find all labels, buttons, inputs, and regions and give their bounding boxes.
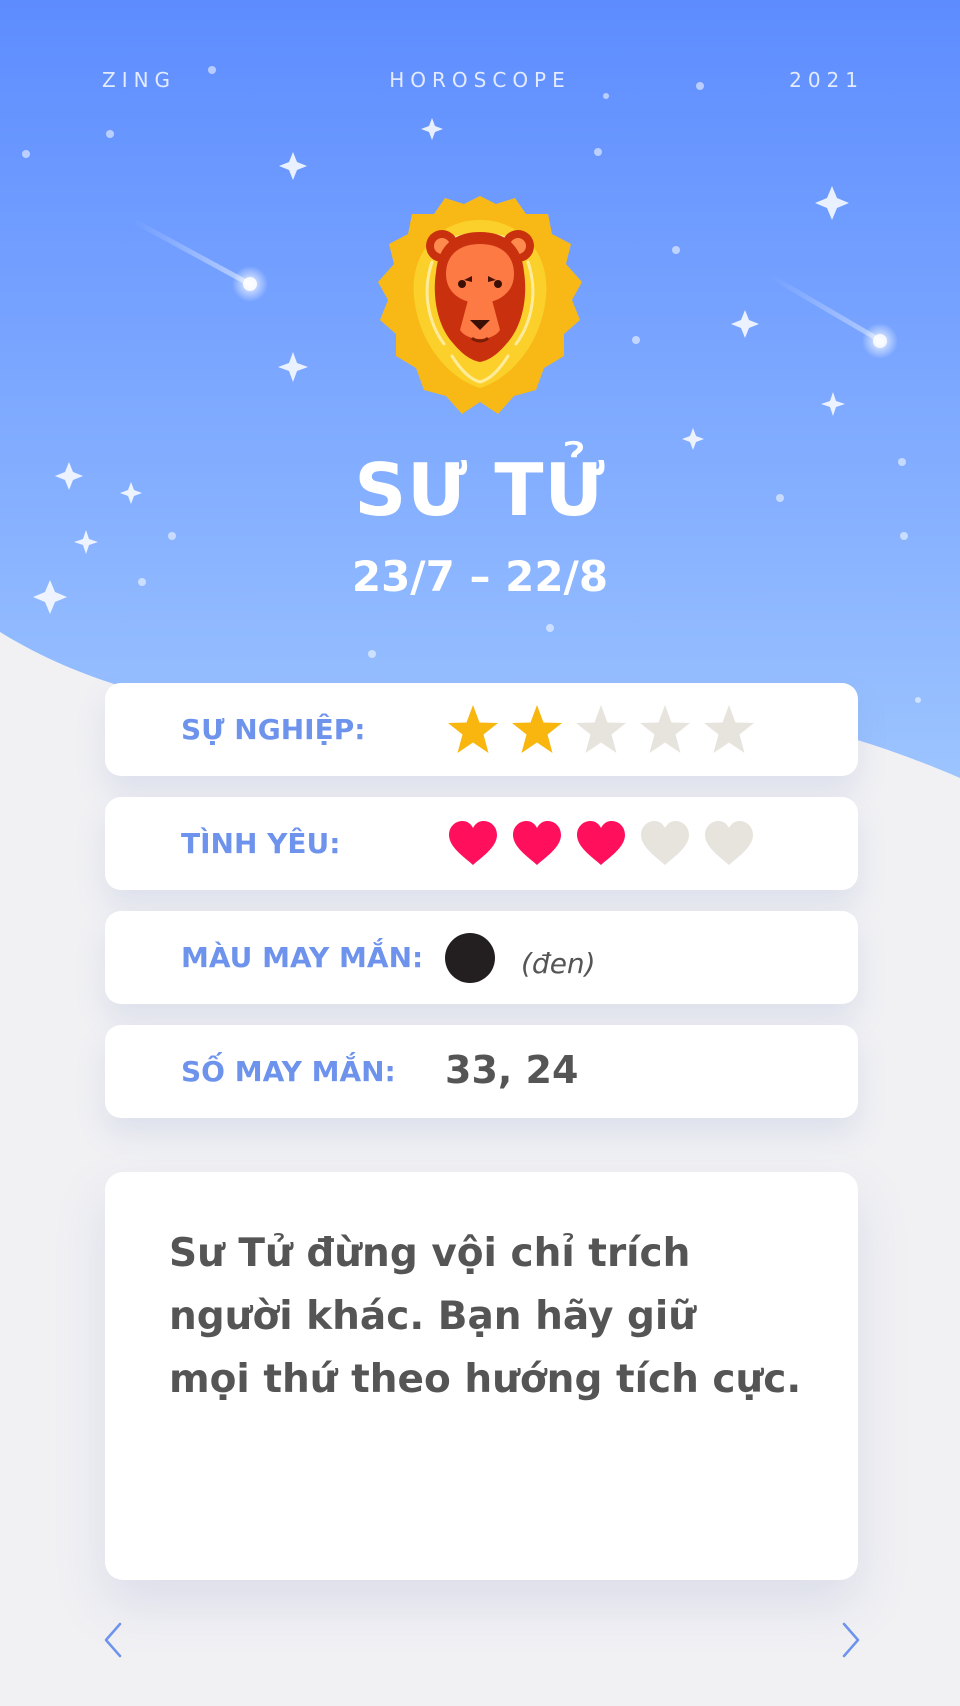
star-icon [512,704,562,753]
lucky-color-swatch [445,932,495,983]
lucky-number-label: SỐ MAY MẮN: [181,1055,396,1088]
love-rating-row: TÌNH YÊU: [105,797,858,890]
top-bar: ZING HOROSCOPE 2021 [0,68,960,98]
message-line: người khác. Bạn hãy giữ [169,1294,697,1339]
love-hearts [445,817,757,871]
previous-button[interactable] [98,1620,128,1660]
year-label: 2021 [789,68,864,92]
star-icon [640,704,690,753]
career-stars [445,703,757,757]
message-card: Sư Tử đừng vội chỉ trích người khác. Bạn… [105,1172,858,1580]
career-label: SỰ NGHIỆP: [181,713,366,746]
chevron-left-icon [104,1622,122,1658]
chevron-right-icon [842,1622,860,1658]
lucky-color-name: (đen) [521,947,596,980]
heart-icon [449,820,497,865]
star-icon [704,704,754,753]
message-line: mọi thứ theo hướng tích cực. [169,1357,802,1402]
career-rating-row: SỰ NGHIỆP: [105,683,858,776]
star-icon [448,704,498,753]
heart-icon [577,820,625,865]
love-rating [445,797,757,890]
sign-name: SƯ TỬ [354,448,606,532]
lion-icon [372,192,588,418]
love-label: TÌNH YÊU: [181,827,341,860]
message-line: Sư Tử đừng vội chỉ trích [169,1231,691,1276]
lucky-number-row: SỐ MAY MẮN: 33, 24 [105,1025,858,1118]
lucky-number-value: 33, 24 [445,1025,578,1118]
lucky-color-value: (đen) [445,911,596,1004]
heart-icon [705,820,753,865]
sign-dates: 23/7 – 22/8 [351,552,609,601]
lucky-color-label: MÀU MAY MẮN: [181,941,424,974]
heart-icon [513,820,561,865]
horoscope-message: Sư Tử đừng vội chỉ trích người khác. Bạn… [169,1222,819,1411]
lucky-numbers: 33, 24 [445,1047,579,1092]
next-button[interactable] [836,1620,866,1660]
star-icon [576,704,626,753]
heart-icon [641,820,689,865]
lucky-color-row: MÀU MAY MẮN: (đen) [105,911,858,1004]
career-rating [445,683,757,776]
